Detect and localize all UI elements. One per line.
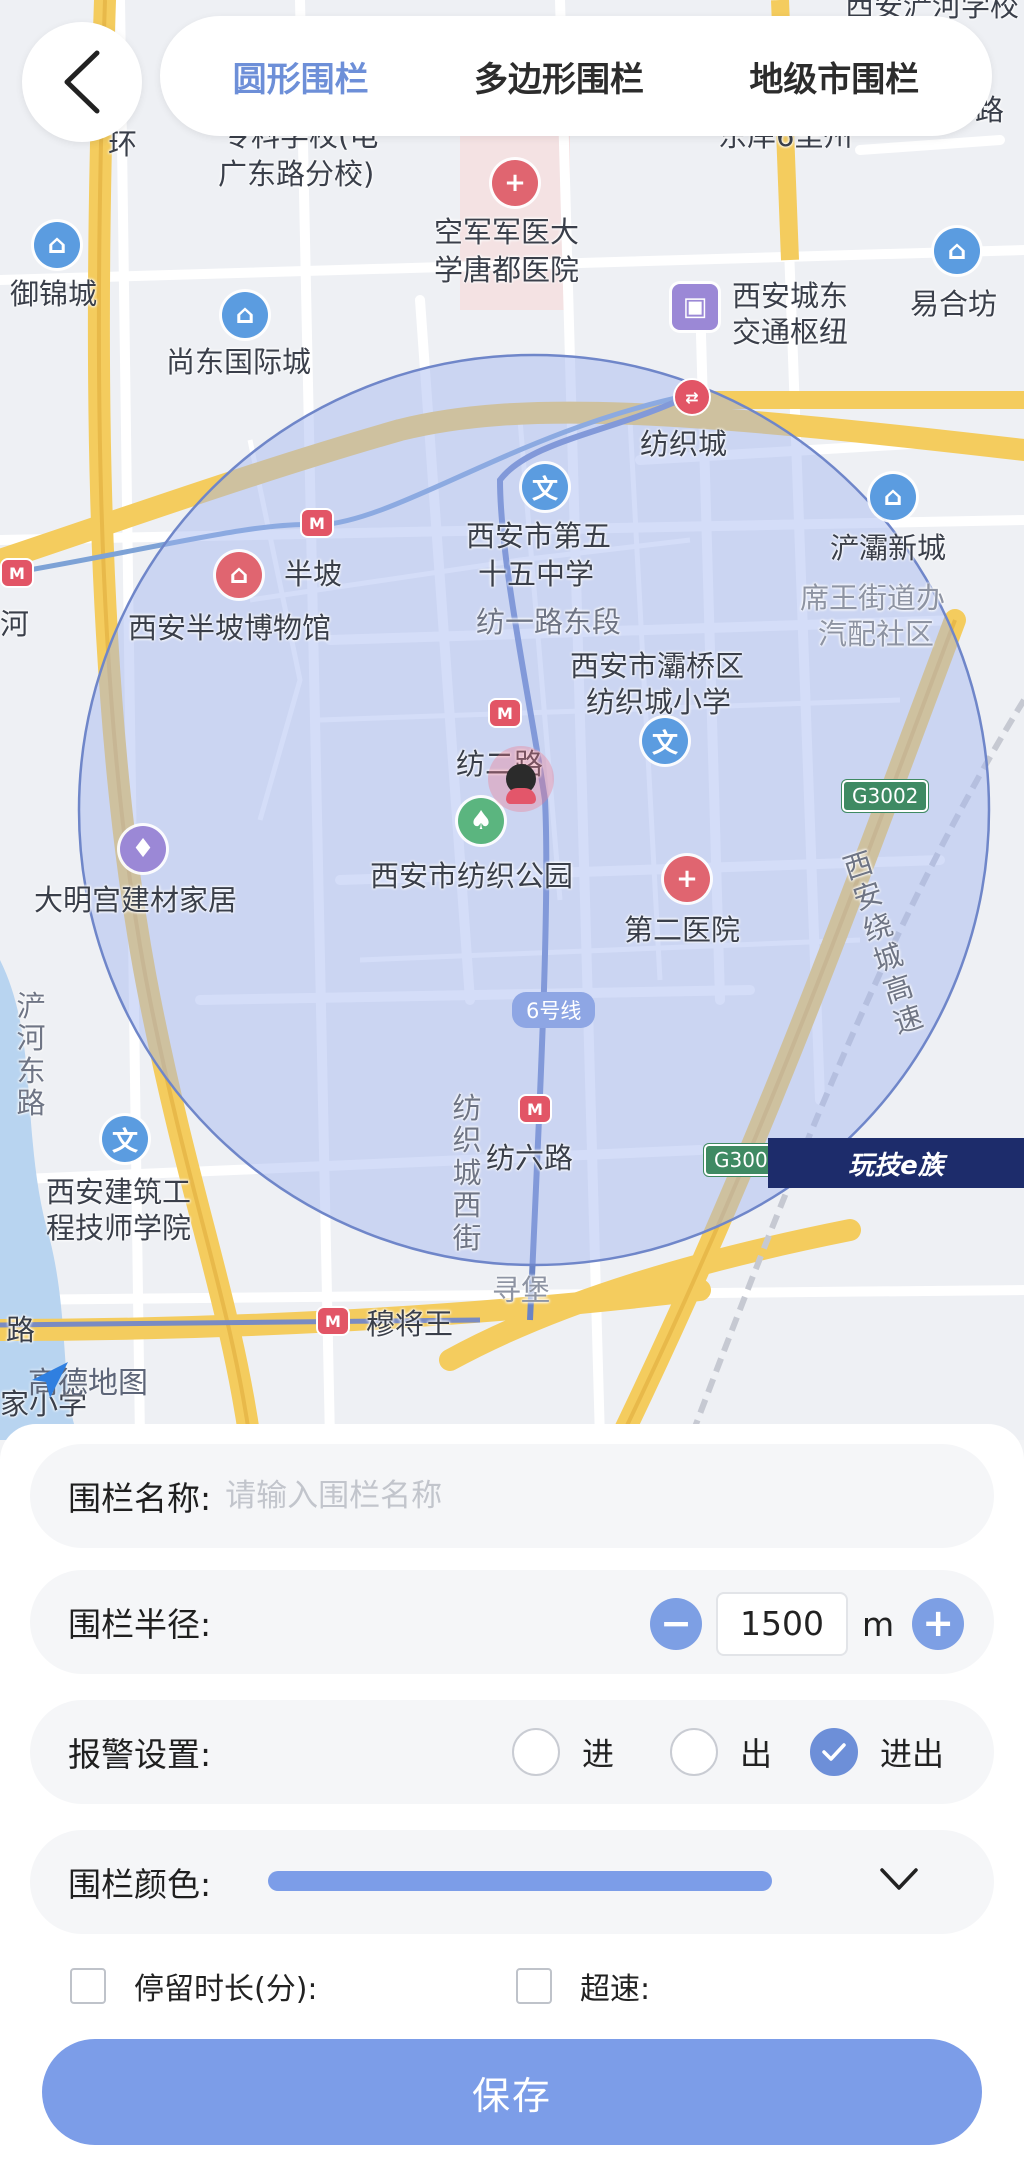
map-view[interactable]: + ⌂ ⌂ ⌂ ⌂ ▣ 文 ⌂ 文 ♠ ♦ + 文 ⇄ M M M M M 西安… <box>0 0 1024 1440</box>
map-label: 十五中学 <box>478 557 595 591</box>
map-label: 交通枢纽 <box>732 315 849 349</box>
shopping-icon[interactable]: ♦ <box>120 826 166 872</box>
transfer-station-icon[interactable]: ⇄ <box>673 378 711 416</box>
tab-circle-fence[interactable]: 圆形围栏 <box>219 42 383 111</box>
map-label: 大明宫建材家居 <box>34 883 238 917</box>
map-label: 西安市纺织公园 <box>370 859 574 893</box>
school-icon[interactable]: 文 <box>642 718 688 764</box>
map-label: 西安城东 <box>732 279 849 313</box>
fence-radius-label: 围栏半径: <box>68 1605 212 1644</box>
map-road-label: 浐河东路 <box>16 989 46 1121</box>
alarm-in-radio[interactable]: 进 <box>512 1728 614 1776</box>
fence-name-row: 围栏名称: <box>30 1444 994 1548</box>
map-label: 浐灞新城 <box>830 531 947 565</box>
map-label: 纺织城 <box>640 427 728 461</box>
amap-logo: 高德地图 <box>28 1358 148 1402</box>
checkbox-icon <box>516 1968 552 2004</box>
map-label: 西安建筑工 <box>46 1175 192 1209</box>
radius-decrease-button[interactable]: − <box>650 1598 702 1650</box>
tab-polygon-fence[interactable]: 多边形围栏 <box>460 42 658 111</box>
metro-station-icon[interactable]: M <box>518 1094 552 1124</box>
map-label: 西安市第五 <box>466 519 612 553</box>
fence-type-tabs: 圆形围栏 多边形围栏 地级市围栏 <box>160 16 992 136</box>
map-road-label: 纺织城西街 <box>452 1091 482 1255</box>
save-button[interactable]: 保存 <box>42 2039 982 2145</box>
map-label: 纺织城小学 <box>586 685 732 719</box>
checkbox-icon <box>70 1968 106 2004</box>
stay-duration-checkbox[interactable]: 停留时长(分): <box>70 1964 318 2008</box>
map-label: 空军军医大 <box>434 215 580 249</box>
map-label: 汽配社区 <box>818 617 935 651</box>
highway-shield: G3002 <box>842 780 929 812</box>
metro-station-icon[interactable]: M <box>300 508 334 538</box>
map-label: 西安半坡博物馆 <box>128 611 332 645</box>
map-label: 河 <box>0 607 30 641</box>
map-label: 半坡 <box>284 557 343 591</box>
highway-shield: G300 <box>704 1144 778 1176</box>
map-label: 路 <box>6 1313 36 1347</box>
map-label: 尚东国际城 <box>166 345 312 379</box>
radius-value-input[interactable]: 1500 <box>716 1592 848 1656</box>
map-label: 易合坊 <box>910 287 998 321</box>
fence-color-swatch[interactable] <box>268 1871 772 1891</box>
map-label: 纺六路 <box>486 1141 574 1175</box>
metro-station-icon[interactable]: M <box>488 698 522 728</box>
residence-icon[interactable]: ⌂ <box>934 228 980 274</box>
metro-station-icon[interactable]: M <box>316 1306 350 1336</box>
fence-name-input[interactable] <box>225 1478 956 1514</box>
metro-line-badge: 6号线 <box>512 992 596 1028</box>
check-icon <box>810 1728 858 1776</box>
fence-color-label: 围栏颜色: <box>68 1865 212 1904</box>
map-label: 第二医院 <box>624 913 741 947</box>
map-label: 寻堡 <box>492 1273 551 1307</box>
metro-station-icon[interactable]: M <box>0 558 34 588</box>
residence-icon[interactable]: ⌂ <box>870 474 916 520</box>
radius-increase-button[interactable]: + <box>912 1598 965 1650</box>
map-label: 程技师学院 <box>46 1211 192 1245</box>
alarm-out-radio[interactable]: 出 <box>670 1728 772 1776</box>
residence-icon[interactable]: ⌂ <box>34 222 80 268</box>
map-label: 席王街道办 <box>800 581 946 615</box>
tab-city-fence[interactable]: 地级市围栏 <box>735 42 933 111</box>
radius-stepper: − 1500 m + <box>650 1592 965 1656</box>
residence-icon[interactable]: ⌂ <box>222 292 268 338</box>
hospital-icon[interactable]: + <box>664 856 710 902</box>
museum-icon[interactable]: ⌂ <box>216 552 262 598</box>
alarm-settings-label: 报警设置: <box>68 1735 212 1774</box>
back-button[interactable] <box>22 22 142 142</box>
map-label: 广东路分校) <box>218 157 375 191</box>
map-label: 西安市灞桥区 <box>570 649 745 683</box>
map-label: 学唐都医院 <box>434 253 580 287</box>
map-road-label: 纺一路东段 <box>476 605 622 639</box>
current-location-marker[interactable] <box>488 746 554 812</box>
radius-unit: m <box>862 1604 895 1644</box>
chevron-down-icon[interactable] <box>876 1860 922 1900</box>
amap-arrow-icon <box>32 1362 68 1398</box>
chevron-left-icon <box>64 50 100 114</box>
fence-name-label: 围栏名称: <box>68 1479 212 1518</box>
alarm-in-out-radio[interactable]: 进出 <box>810 1728 944 1776</box>
map-label: 御锦城 <box>10 277 98 311</box>
hospital-icon[interactable]: + <box>492 160 538 206</box>
watermark: 玩技e族 <box>768 1138 1024 1188</box>
radio-unchecked-icon <box>512 1728 560 1776</box>
school-icon[interactable]: 文 <box>102 1116 148 1162</box>
bus-station-icon[interactable]: ▣ <box>672 284 718 330</box>
school-icon[interactable]: 文 <box>522 464 568 510</box>
speeding-checkbox[interactable]: 超速: <box>516 1964 650 2008</box>
map-label: 穆将王 <box>366 1307 454 1341</box>
radio-unchecked-icon <box>670 1728 718 1776</box>
park-icon[interactable]: ♠ <box>458 798 504 844</box>
